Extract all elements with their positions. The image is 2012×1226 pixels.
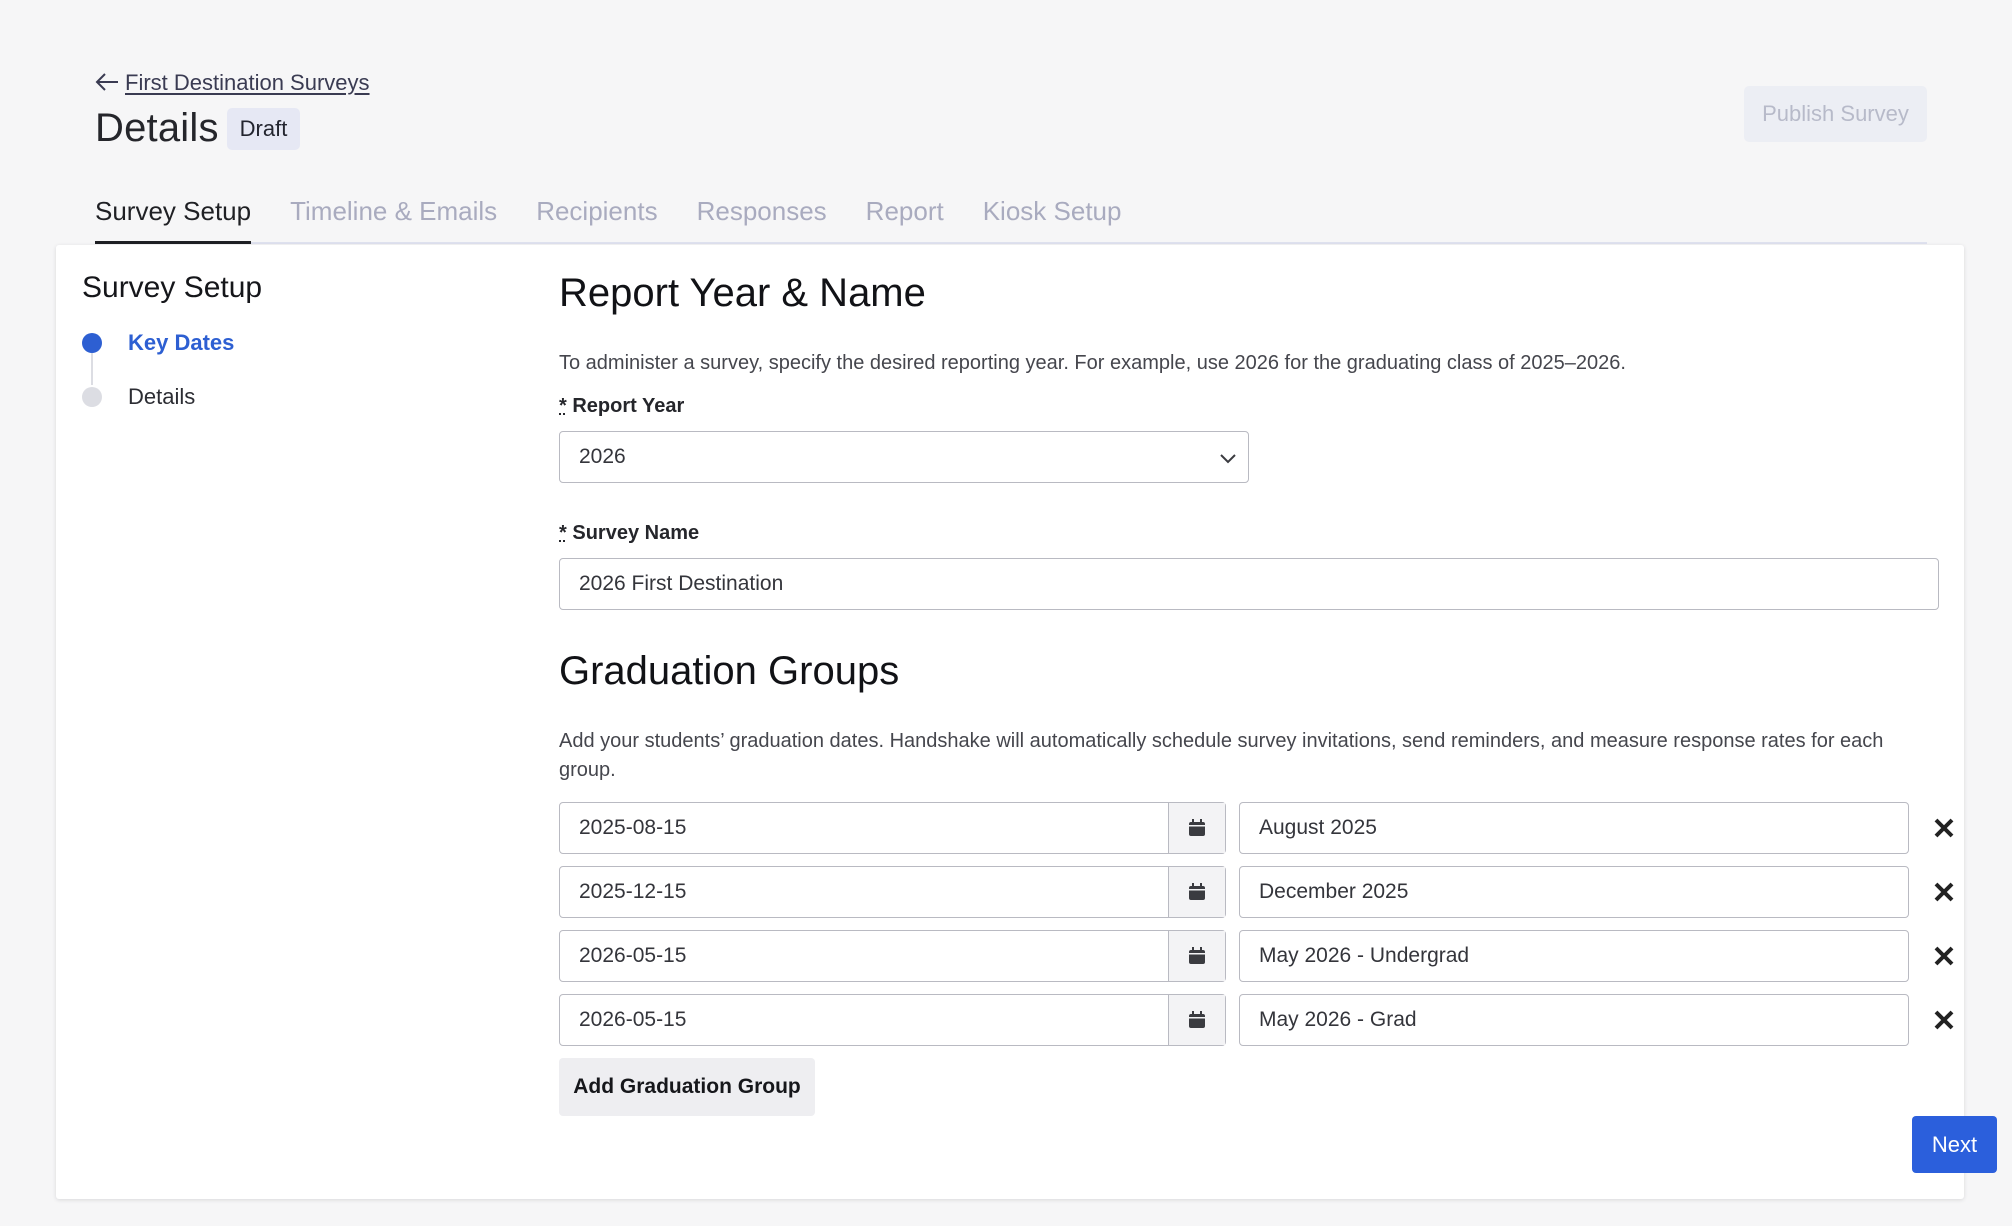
tab-survey-setup[interactable]: Survey Setup bbox=[95, 196, 252, 244]
back-link-label[interactable]: First Destination Surveys bbox=[125, 70, 370, 96]
close-icon[interactable] bbox=[1929, 877, 1959, 907]
date-value: 2025-12-15 bbox=[579, 880, 687, 903]
calendar-icon[interactable] bbox=[1168, 803, 1225, 853]
tab-kiosk-setup[interactable]: Kiosk Setup bbox=[983, 196, 1122, 244]
graduation-description: Add your students’ graduation dates. Han… bbox=[559, 730, 1884, 781]
page-title: Details bbox=[95, 106, 219, 150]
section-title-report: Report Year & Name bbox=[559, 271, 926, 315]
tab-recipients[interactable]: Recipients bbox=[536, 196, 657, 244]
survey-name-input[interactable]: 2026 First Destination bbox=[559, 558, 1939, 610]
graduation-name-input[interactable]: May 2026 - Grad bbox=[1239, 994, 1909, 1046]
calendar-icon[interactable] bbox=[1168, 931, 1225, 981]
calendar-icon[interactable] bbox=[1168, 995, 1225, 1045]
step-connector bbox=[91, 353, 93, 385]
tab-bar: Survey Setup Timeline & Emails Recipient… bbox=[95, 196, 1927, 244]
calendar-icon[interactable] bbox=[1168, 867, 1225, 917]
step-label: Details bbox=[128, 384, 196, 409]
back-link[interactable]: First Destination Surveys bbox=[95, 70, 370, 96]
tab-report[interactable]: Report bbox=[866, 196, 944, 244]
section-title-graduation: Graduation Groups bbox=[559, 649, 900, 693]
date-value: 2026-05-15 bbox=[579, 944, 687, 967]
graduation-date-input[interactable]: 2025-12-15 bbox=[559, 866, 1226, 918]
close-icon[interactable] bbox=[1929, 941, 1959, 971]
graduation-name-input[interactable]: August 2025 bbox=[1239, 802, 1909, 854]
date-value: 2025-08-15 bbox=[579, 816, 687, 839]
tab-timeline-emails[interactable]: Timeline & Emails bbox=[290, 196, 497, 244]
page-header: First Destination Surveys Details Draft bbox=[95, 70, 370, 151]
date-value: 2026-05-15 bbox=[579, 1008, 687, 1031]
survey-name-label: * Survey Name bbox=[559, 522, 700, 544]
arrow-left-icon bbox=[95, 70, 119, 96]
group-name-value: May 2026 - Grad bbox=[1259, 1008, 1417, 1031]
report-year-value: 2026 bbox=[579, 445, 626, 468]
next-button[interactable]: Next bbox=[1912, 1116, 1997, 1173]
step-label: Key Dates bbox=[128, 330, 235, 355]
report-year-select[interactable]: 2026 bbox=[559, 431, 1249, 483]
publish-survey-button[interactable]: Publish Survey bbox=[1744, 86, 1927, 142]
tab-responses[interactable]: Responses bbox=[697, 196, 827, 244]
step-details[interactable]: Details bbox=[82, 384, 195, 410]
graduation-date-input[interactable]: 2026-05-15 bbox=[559, 930, 1226, 982]
graduation-date-input[interactable]: 2026-05-15 bbox=[559, 994, 1226, 1046]
close-icon[interactable] bbox=[1929, 1005, 1959, 1035]
group-name-value: August 2025 bbox=[1259, 816, 1377, 839]
inactive-step-dot-icon bbox=[82, 387, 102, 407]
group-name-value: December 2025 bbox=[1259, 880, 1409, 903]
add-graduation-group-button[interactable]: Add Graduation Group bbox=[559, 1058, 815, 1116]
active-step-dot-icon bbox=[82, 333, 102, 353]
graduation-name-input[interactable]: December 2025 bbox=[1239, 866, 1909, 918]
report-year-label: * Report Year bbox=[559, 395, 685, 417]
close-icon[interactable] bbox=[1929, 813, 1959, 843]
report-description: To administer a survey, specify the desi… bbox=[559, 352, 1626, 374]
step-key-dates[interactable]: Key Dates bbox=[82, 330, 234, 356]
sidebar-title: Survey Setup bbox=[82, 271, 263, 304]
graduation-date-input[interactable]: 2025-08-15 bbox=[559, 802, 1226, 854]
group-name-value: May 2026 - Undergrad bbox=[1259, 944, 1470, 967]
chevron-down-icon bbox=[1216, 446, 1240, 470]
graduation-name-input[interactable]: May 2026 - Undergrad bbox=[1239, 930, 1909, 982]
main-card: Survey Setup Key Dates Details Report Ye… bbox=[56, 245, 1997, 1199]
status-badge: Draft bbox=[226, 107, 301, 150]
survey-name-value: 2026 First Destination bbox=[579, 572, 784, 595]
